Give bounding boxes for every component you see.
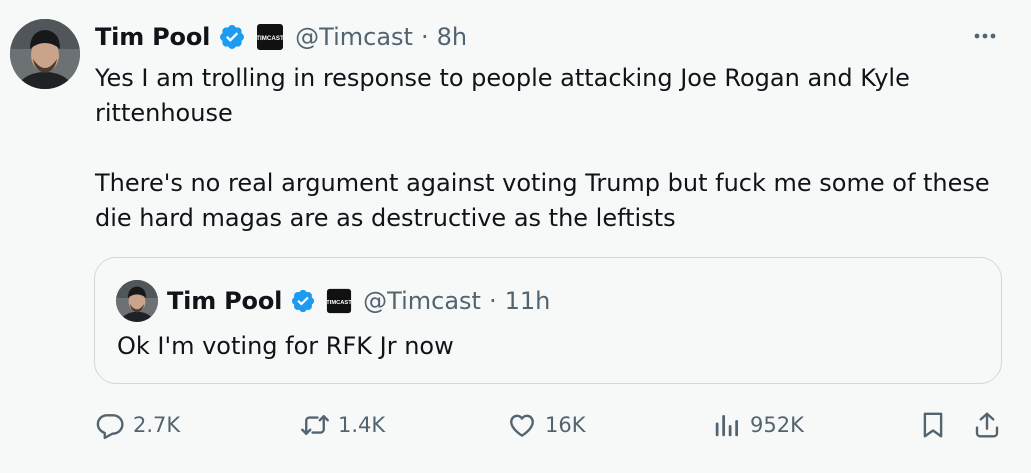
more-options-icon[interactable] xyxy=(969,24,1001,48)
quote-timestamp: 11h xyxy=(504,287,551,315)
like-count: 16K xyxy=(545,413,586,437)
tweet-card: Tim Pool TIMCAST @Timcast · 8h Yes I am … xyxy=(0,0,1031,473)
quote-text: Ok I'm voting for RFK Jr now xyxy=(117,332,454,360)
action-bar: 2.7K 1.4K 16K 952K xyxy=(0,400,1031,450)
display-name[interactable]: Tim Pool xyxy=(95,23,210,51)
tweet-text: Yes I am trolling in response to people … xyxy=(95,61,1005,236)
quote-header: Tim Pool TIMCAST @Timcast · 11h xyxy=(167,284,550,318)
share-button[interactable] xyxy=(972,410,1002,440)
avatar-photo xyxy=(10,19,80,89)
handle[interactable]: @Timcast xyxy=(295,23,413,51)
tweet-text-line: die hard magas are as destructive as the… xyxy=(95,204,676,232)
svg-text:TIMCAST: TIMCAST xyxy=(256,35,284,42)
tweet-text-line: There's no real argument against voting … xyxy=(95,169,990,197)
avatar[interactable] xyxy=(10,19,80,89)
quote-handle: @Timcast xyxy=(363,287,481,315)
reply-icon xyxy=(95,410,125,440)
reply-count: 2.7K xyxy=(133,413,181,437)
svg-text:TIMCAST: TIMCAST xyxy=(326,300,352,306)
repost-count: 1.4K xyxy=(338,413,386,437)
verified-badge-icon xyxy=(290,288,316,314)
verified-badge-icon[interactable] xyxy=(218,23,246,51)
repost-icon xyxy=(300,410,330,440)
tweet-text-line: rittenhouse xyxy=(95,99,233,127)
timestamp[interactable]: 8h xyxy=(437,23,467,51)
share-icon xyxy=(972,410,1002,440)
tweet-text-line: Yes I am trolling in response to people … xyxy=(95,64,910,92)
views-button[interactable]: 952K xyxy=(712,410,804,440)
bookmark-icon xyxy=(918,410,948,440)
repost-button[interactable]: 1.4K xyxy=(300,410,385,440)
bookmark-button[interactable] xyxy=(918,410,948,440)
quote-display-name: Tim Pool xyxy=(167,287,283,315)
avatar-photo xyxy=(116,280,158,322)
heart-icon xyxy=(507,410,537,440)
tweet-header: Tim Pool TIMCAST @Timcast · 8h xyxy=(95,20,467,54)
timcast-affiliate-logo[interactable]: TIMCAST xyxy=(256,23,284,51)
separator-dot: · xyxy=(488,287,497,315)
quoted-tweet-card[interactable]: Tim Pool TIMCAST @Timcast · 11h Ok I'm v… xyxy=(94,257,1002,384)
views-bar-icon xyxy=(712,410,742,440)
quote-avatar xyxy=(116,280,158,322)
like-button[interactable]: 16K xyxy=(507,410,586,440)
reply-button[interactable]: 2.7K xyxy=(95,410,180,440)
views-count: 952K xyxy=(750,413,804,437)
timcast-affiliate-logo: TIMCAST xyxy=(326,288,352,314)
separator-dot: · xyxy=(420,23,429,51)
